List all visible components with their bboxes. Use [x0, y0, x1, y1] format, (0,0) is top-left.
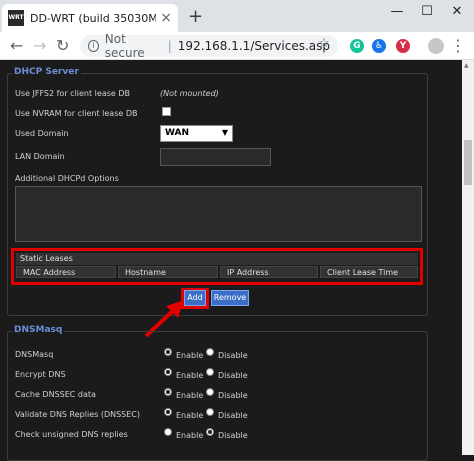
enable-radio-label: Enable — [176, 351, 204, 360]
column-client-lease-time: Client Lease Time — [320, 266, 418, 278]
ddwrt-favicon-icon: WRT — [8, 10, 24, 26]
grammarly-icon[interactable]: G — [350, 39, 364, 53]
disable-radio[interactable] — [206, 408, 214, 416]
profile-avatar[interactable] — [428, 38, 444, 54]
close-tab-icon[interactable]: × — [160, 10, 172, 26]
jffs2-value: (Not mounted) — [160, 89, 219, 98]
column-mac-address: MAC Address — [16, 266, 116, 278]
disable-radio[interactable] — [206, 388, 214, 396]
accessibility-icon[interactable]: ♿ — [372, 39, 386, 53]
column-hostname: Hostname — [118, 266, 218, 278]
disable-radio-label: Disable — [218, 411, 248, 420]
enable-radio[interactable] — [164, 368, 172, 376]
dnsmasq-row-label: Check unsigned DNS replies — [15, 430, 128, 439]
scroll-up-arrow-icon[interactable]: ▲ — [464, 62, 469, 69]
minimize-button[interactable]: — — [382, 0, 412, 26]
used-domain-label: Used Domain — [15, 129, 69, 138]
enable-radio-label: Enable — [176, 391, 204, 400]
enable-radio[interactable] — [164, 348, 172, 356]
nvram-checkbox[interactable] — [162, 107, 171, 116]
info-icon[interactable]: i — [88, 40, 99, 52]
back-arrow-icon[interactable]: ← — [10, 36, 23, 56]
used-domain-value: WAN — [165, 128, 190, 138]
dnsmasq-row-label: Encrypt DNS — [15, 370, 66, 379]
dnsmasq-row-label: DNSMasq — [15, 350, 54, 359]
dnsmasq-row-label: Cache DNSSEC data — [15, 390, 96, 399]
enable-radio-label: Enable — [176, 431, 204, 440]
nvram-label: Use NVRAM for client lease DB — [15, 109, 138, 118]
disable-radio[interactable] — [206, 368, 214, 376]
used-domain-select[interactable]: WAN ▼ — [160, 125, 233, 142]
bookmark-star-icon[interactable]: ☆ — [318, 36, 330, 51]
new-tab-button[interactable]: + — [188, 6, 203, 27]
not-secure-label: Not secure — [104, 32, 145, 60]
dhcpd-options-textarea[interactable] — [15, 186, 422, 242]
disable-radio-label: Disable — [218, 351, 248, 360]
close-window-button[interactable]: ✕ — [442, 0, 472, 26]
maximize-button[interactable]: ☐ — [412, 0, 442, 26]
scrollbar[interactable] — [462, 60, 474, 455]
disable-radio[interactable] — [206, 428, 214, 436]
enable-radio[interactable] — [164, 388, 172, 396]
lan-domain-label: LAN Domain — [15, 152, 65, 161]
dhcpd-options-label: Additional DHCPd Options — [15, 174, 119, 183]
enable-radio[interactable] — [164, 428, 172, 436]
browser-toolbar: ← → ↻ i Not secure | 192.168.1.1/Service… — [0, 32, 474, 60]
url-text[interactable]: 192.168.1.1/Services.asp — [178, 39, 330, 53]
vivaldi-icon[interactable]: Y — [396, 39, 410, 53]
dhcp-server-legend: DHCP Server — [12, 67, 81, 77]
scrollbar-thumb[interactable] — [464, 140, 472, 185]
tab-bar: WRT DD-WRT (build 35030M) - Services × +… — [0, 0, 474, 32]
forward-arrow-icon[interactable]: → — [33, 36, 46, 56]
browser-menu-icon[interactable]: ⋮ — [450, 36, 466, 55]
remove-button[interactable]: Remove — [211, 290, 249, 306]
tab-services[interactable]: WRT DD-WRT (build 35030M) - Services × — [2, 4, 178, 32]
jffs2-label: Use JFFS2 for client lease DB — [15, 89, 131, 98]
column-ip-address: IP Address — [220, 266, 318, 278]
dnsmasq-row-label: Validate DNS Replies (DNSSEC) — [15, 410, 141, 419]
enable-radio-label: Enable — [176, 371, 204, 380]
tab-title: DD-WRT (build 35030M) - Services — [30, 11, 157, 25]
enable-radio-label: Enable — [176, 411, 204, 420]
enable-radio[interactable] — [164, 408, 172, 416]
disable-radio-label: Disable — [218, 391, 248, 400]
disable-radio-label: Disable — [218, 431, 248, 440]
reload-icon[interactable]: ↻ — [56, 36, 69, 56]
dnsmasq-legend: DNSMasq — [12, 325, 65, 335]
static-leases-title: Static Leases — [16, 253, 418, 265]
address-bar[interactable]: i Not secure | 192.168.1.1/Services.asp — [80, 32, 338, 60]
url-separator: | — [167, 39, 172, 53]
disable-radio-label: Disable — [218, 371, 248, 380]
chevron-down-icon: ▼ — [221, 128, 228, 137]
disable-radio[interactable] — [206, 348, 214, 356]
lan-domain-input[interactable] — [160, 148, 271, 166]
